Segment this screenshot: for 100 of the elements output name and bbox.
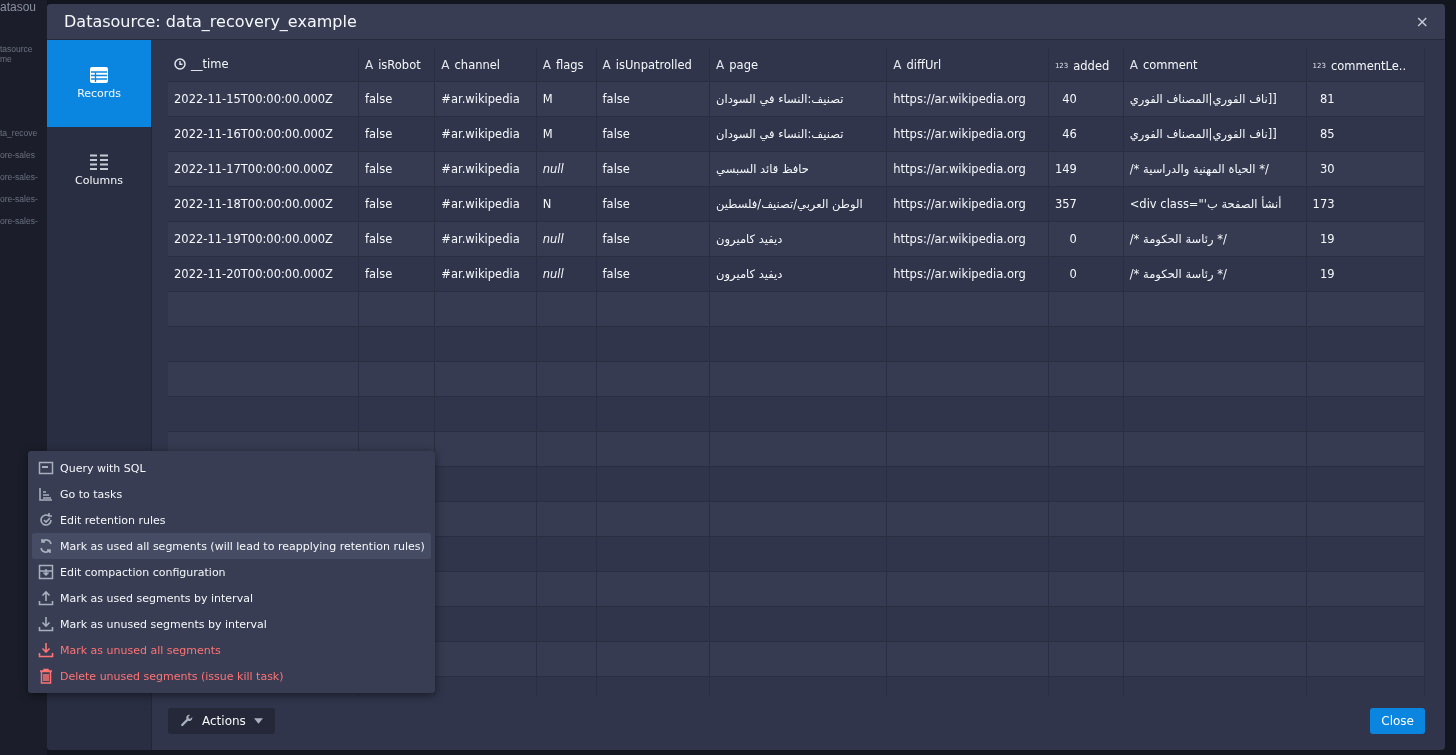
refresh-icon xyxy=(38,538,54,554)
table-cell: 2022-11-15T00:00:00.000Z xyxy=(174,92,333,106)
dialog-title: Datasource: data_recovery_example xyxy=(64,12,358,31)
table-cell: تصنيف:النساء في السودان xyxy=(716,127,844,141)
table-cell: #ar.wikipedia xyxy=(441,92,520,106)
text-type-icon: A xyxy=(716,57,725,72)
table-cell: null xyxy=(542,162,564,176)
table-cell: https://ar.wikipedia.org xyxy=(893,232,1026,246)
background-text: tasource xyxy=(0,44,33,54)
sidebar-tab[interactable]: Records xyxy=(47,40,151,127)
table-cell: https://ar.wikipedia.org xyxy=(893,267,1026,281)
table-cell: https://ar.wikipedia.org xyxy=(893,162,1026,176)
menu-item[interactable]: Go to tasks xyxy=(32,481,431,507)
column-header[interactable]: A page xyxy=(716,57,759,72)
table-cell: ديفيد كاميرون xyxy=(716,267,783,281)
table-cell: M xyxy=(542,127,553,141)
trash-icon xyxy=(38,668,54,684)
close-button[interactable]: × xyxy=(1411,12,1433,31)
background-text: ta_recove xyxy=(0,128,38,138)
chart-icon xyxy=(38,486,54,502)
text-type-icon: A xyxy=(893,57,902,72)
table-cell: false xyxy=(364,267,393,281)
column-header[interactable]: A channel xyxy=(441,57,501,72)
table-cell: https://ar.wikipedia.org xyxy=(893,92,1026,106)
table-cell: false xyxy=(364,232,393,246)
table-cell: https://ar.wikipedia.org xyxy=(893,127,1026,141)
menu-item[interactable]: Edit retention rules xyxy=(32,507,431,533)
table-cell: false xyxy=(364,92,393,106)
table-cell-text: 0 xyxy=(1068,267,1077,281)
table-cell-text: 46 xyxy=(1061,127,1077,141)
menu-item[interactable]: Mark as used all segments (will lead to reapplying retention rules) xyxy=(32,533,431,559)
table-cell: ناف الفوري|المصناف الفوري]] xyxy=(1129,92,1277,106)
menu-item[interactable]: Mark as unused all segments xyxy=(32,637,431,663)
table-cell: 2022-11-19T00:00:00.000Z xyxy=(174,232,333,246)
table-cell: /* رئاسة الحكومة */ xyxy=(1129,267,1227,281)
download-icon xyxy=(38,642,54,658)
refresh-check-icon xyxy=(38,512,54,528)
close-button[interactable]: Close xyxy=(1370,708,1425,734)
table-cell: M xyxy=(542,92,553,106)
table-cell: #ar.wikipedia xyxy=(441,162,520,176)
table-cell: تصنيف:النساء في السودان xyxy=(716,92,844,106)
menu-item[interactable]: Edit compaction configuration xyxy=(32,559,431,585)
box-icon xyxy=(38,564,54,580)
table-cell-text: 19 xyxy=(1318,267,1335,281)
table-cell: 149 xyxy=(1054,162,1077,176)
table-cell: https://ar.wikipedia.org xyxy=(893,197,1026,211)
text-type-icon: A xyxy=(602,57,611,72)
table-cell-text: 19 xyxy=(1318,232,1335,246)
column-header[interactable]: A isUnpatrolled xyxy=(602,57,692,72)
text-type-icon: A xyxy=(1129,57,1138,72)
background-text: ore-sales- xyxy=(0,172,38,182)
caret-icon xyxy=(253,718,263,724)
table-cell: 2022-11-16T00:00:00.000Z xyxy=(174,127,333,141)
table-cell: false xyxy=(602,127,630,141)
window-icon xyxy=(38,460,54,476)
table-cell: #ar.wikipedia xyxy=(441,127,520,141)
table-cell: 173 xyxy=(1312,197,1335,211)
table-cell: #ar.wikipedia xyxy=(441,267,520,281)
column-header[interactable]: __time xyxy=(174,56,229,71)
actions-button[interactable]: Actions xyxy=(168,708,275,734)
table-cell-text: 81 xyxy=(1318,92,1335,106)
background-text: ore-sales- xyxy=(0,216,38,226)
column-header[interactable]: A diffUrl xyxy=(893,57,942,72)
sidebar-tab[interactable]: Columns xyxy=(47,127,151,214)
menu-item[interactable]: Mark as unused segments by interval xyxy=(32,611,431,637)
menu-item[interactable]: Mark as used segments by interval xyxy=(32,585,431,611)
table-cell: 357 xyxy=(1054,197,1077,211)
table-icon xyxy=(90,67,108,83)
text-type-icon: A xyxy=(364,57,374,72)
table-cell: #ar.wikipedia xyxy=(441,197,520,211)
table-cell: /* رئاسة الحكومة */ xyxy=(1129,232,1227,246)
list-icon xyxy=(90,154,108,170)
table-cell: false xyxy=(364,162,393,176)
background-text: atasou xyxy=(0,0,37,14)
menu-item[interactable]: Query with SQL xyxy=(32,455,431,481)
table-cell: null xyxy=(542,232,564,246)
text-type-icon: A xyxy=(441,57,450,72)
table-cell: ناف الفوري|المصناف الفوري]] xyxy=(1129,127,1277,141)
table-cell: #ar.wikipedia xyxy=(441,232,520,246)
table-cell: 2022-11-20T00:00:00.000Z xyxy=(174,267,333,281)
menu-item[interactable]: Delete unused segments (issue kill task) xyxy=(32,663,431,689)
table-cell: false xyxy=(602,197,630,211)
column-header[interactable]: A comment xyxy=(1129,57,1198,72)
background-text: me xyxy=(0,54,12,64)
wrench-icon xyxy=(180,714,194,728)
table-cell: false xyxy=(602,267,630,281)
upload-icon xyxy=(38,590,54,606)
column-header[interactable]: A flags xyxy=(542,57,584,72)
table-cell-text: 30 xyxy=(1318,162,1335,176)
table-cell: false xyxy=(364,197,393,211)
table-cell: false xyxy=(602,92,630,106)
table-cell: false xyxy=(364,127,393,141)
table-cell: null xyxy=(542,267,564,281)
column-header[interactable]: A isRobot xyxy=(364,57,421,72)
background-text: ore-sales xyxy=(0,150,35,160)
table-cell-text: 0 xyxy=(1068,232,1077,246)
download-icon xyxy=(38,616,54,632)
table-cell-text: 85 xyxy=(1318,127,1335,141)
text-type-icon: A xyxy=(542,57,551,72)
table-cell: 2022-11-18T00:00:00.000Z xyxy=(174,197,333,211)
